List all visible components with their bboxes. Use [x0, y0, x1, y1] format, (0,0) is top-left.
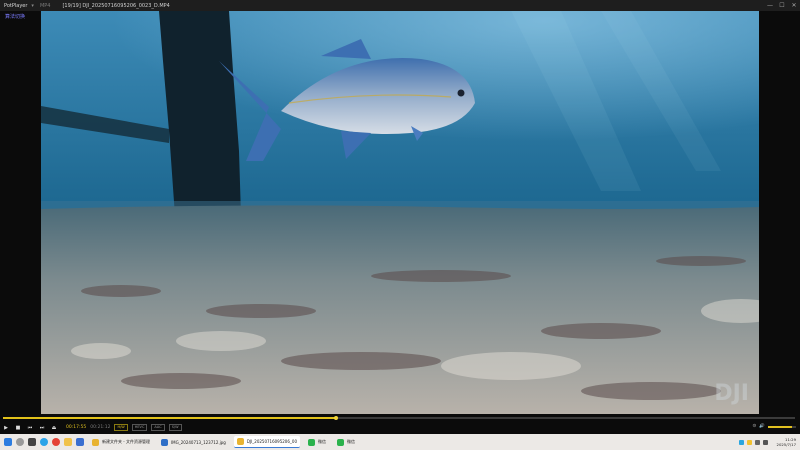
seek-knob[interactable] — [333, 416, 338, 420]
chip-aac[interactable]: AAC — [151, 424, 165, 431]
folder-icon[interactable] — [64, 438, 72, 446]
title-bar: PotPlayer ▾ MP4 [19/19] DJI_202507160952… — [0, 0, 800, 11]
task-view-icon[interactable] — [28, 438, 36, 446]
video-image — [41, 11, 759, 414]
maximize-icon[interactable]: ☐ — [776, 2, 788, 9]
minimize-icon[interactable]: — — [764, 2, 776, 9]
taskbar-app[interactable]: IMG_20240713_123712.jpg — [158, 436, 229, 448]
dji-watermark: DJI — [714, 381, 749, 406]
taskbar-app-icon — [337, 438, 344, 446]
taskbar: 新建文件夹 - 文件资源管理 IMG_20240713_123712.jpg DJI… — [0, 434, 800, 450]
chrome-icon[interactable] — [52, 438, 60, 446]
algorithm-switch-label[interactable]: 算法切换 — [5, 13, 25, 20]
file-title: [19/19] DJI_20250716095206_0023_D.MP4 — [62, 2, 170, 9]
taskbar-app-label: IMG_20240713_123712.jpg — [171, 439, 226, 445]
close-icon[interactable]: ✕ — [788, 2, 800, 9]
taskbar-app-label: DJI_20250716095206_00 — [246, 439, 297, 444]
player-window: PotPlayer ▾ MP4 [19/19] DJI_202507160952… — [0, 0, 800, 434]
taskbar-app[interactable]: DJI_20250716095206_00 — [233, 436, 300, 448]
settings-icon[interactable]: ⚙ — [752, 424, 756, 429]
open-file-icon[interactable]: ⏏ — [48, 425, 60, 431]
app-menu-caret-icon[interactable]: ▾ — [31, 3, 34, 9]
taskbar-app-label: 新建文件夹 - 文件资源管理 — [102, 439, 150, 444]
total-time: 00:21:12 — [90, 425, 111, 430]
control-bar: ▶ ■ ⏮ ⏭ ⏏ 00:17:55 00:21:12 H/W HEVC AAC… — [0, 421, 800, 434]
tray-app-icon[interactable] — [746, 439, 752, 445]
taskbar-app[interactable]: 微信 — [334, 436, 358, 448]
window-controls: — ☐ ✕ — [764, 0, 800, 11]
chip-hw[interactable]: H/W — [114, 424, 128, 431]
volume-group: ⚙ 🔊 — [752, 424, 796, 429]
store-icon[interactable] — [76, 438, 84, 446]
tray-app-icon[interactable] — [738, 439, 744, 445]
seek-bar[interactable] — [0, 416, 800, 420]
chip-sw[interactable]: S/W — [168, 424, 182, 431]
seek-fill — [3, 417, 336, 419]
search-icon[interactable] — [16, 438, 24, 446]
volume-tray-icon[interactable] — [762, 439, 768, 445]
format-menu[interactable]: MP4 — [40, 3, 51, 9]
taskbar-app-icon — [92, 438, 99, 446]
network-icon[interactable] — [754, 439, 760, 445]
clock[interactable]: 11:29 2025/7/17 — [777, 437, 796, 447]
video-frame[interactable]: DJI — [41, 11, 759, 414]
next-icon[interactable]: ⏭ — [36, 425, 48, 431]
chip-hevc[interactable]: HEVC — [131, 424, 148, 431]
taskbar-app-icon — [308, 438, 315, 446]
system-tray: 11:29 2025/7/17 — [738, 434, 796, 450]
previous-icon[interactable]: ⏮ — [24, 425, 36, 431]
volume-slider[interactable] — [768, 425, 796, 428]
clock-date: 2025/7/17 — [776, 442, 796, 447]
browser-icon[interactable] — [40, 438, 48, 446]
current-time: 00:17:55 — [66, 425, 87, 430]
volume-icon[interactable]: 🔊 — [759, 424, 765, 429]
taskbar-app-label: 微信 — [347, 439, 355, 444]
taskbar-app-icon — [161, 438, 168, 446]
taskbar-app-icon — [236, 438, 244, 445]
stop-icon[interactable]: ■ — [12, 425, 24, 431]
taskbar-app[interactable]: 微信 — [305, 436, 329, 448]
windows-start-icon[interactable] — [4, 438, 12, 446]
taskbar-app-label: 微信 — [318, 439, 326, 444]
taskbar-app[interactable]: 新建文件夹 - 文件资源管理 — [89, 436, 153, 448]
play-icon[interactable]: ▶ — [0, 425, 12, 431]
app-logo[interactable]: PotPlayer — [0, 3, 31, 9]
